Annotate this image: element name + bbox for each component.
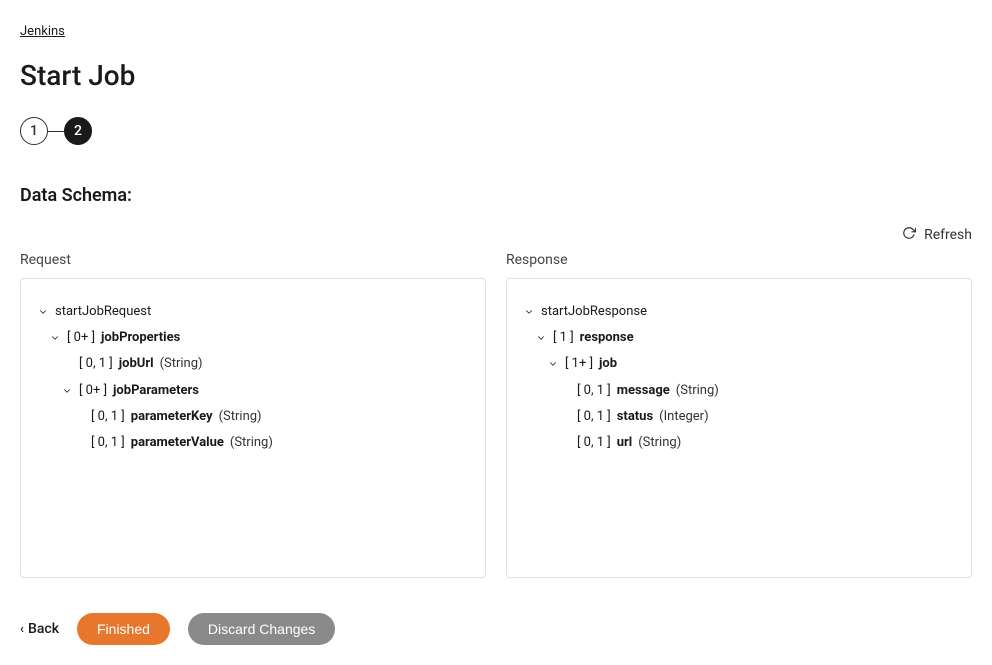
node-name: job	[599, 355, 617, 373]
node-cardinality: [ 1 ]	[553, 329, 574, 347]
node-name: parameterValue	[131, 434, 224, 452]
step-connector	[48, 131, 64, 132]
node-name: url	[617, 434, 632, 452]
node-name: status	[617, 408, 653, 426]
chevron-down-icon	[49, 332, 61, 344]
tree-node-root[interactable]: startJobResponse	[523, 299, 955, 325]
node-name: parameterKey	[131, 408, 213, 426]
step-2[interactable]: 2	[64, 117, 92, 145]
request-schema-box: startJobRequest [ 0+ ] jobProperties [ 0…	[20, 278, 486, 578]
node-type: (String)	[638, 434, 681, 452]
node-name: jobParameters	[113, 382, 199, 400]
request-label: Request	[20, 252, 486, 268]
refresh-button[interactable]: Refresh	[902, 226, 972, 244]
response-label: Response	[506, 252, 972, 268]
refresh-label: Refresh	[924, 227, 972, 243]
tree-node-joburl[interactable]: [ 0, 1 ] jobUrl (String)	[61, 351, 469, 377]
node-cardinality: [ 0, 1 ]	[79, 355, 113, 373]
node-cardinality: [ 0, 1 ]	[91, 408, 125, 426]
tree-node-response[interactable]: [ 1 ] response	[535, 325, 955, 351]
page-title: Start Job	[20, 59, 972, 92]
tree-node-jobparameters[interactable]: [ 0+ ] jobParameters	[61, 378, 469, 404]
node-type: (String)	[160, 355, 203, 373]
stepper: 1 2	[20, 117, 972, 145]
chevron-down-icon	[523, 306, 535, 318]
tree-node-jobproperties[interactable]: [ 0+ ] jobProperties	[49, 325, 469, 351]
node-type: (String)	[219, 408, 262, 426]
discard-changes-button[interactable]: Discard Changes	[188, 613, 335, 645]
chevron-down-icon	[61, 385, 73, 397]
response-schema-box: startJobResponse [ 1 ] response [ 1+ ]	[506, 278, 972, 578]
back-button[interactable]: ‹ Back	[20, 621, 59, 637]
node-cardinality: [ 1+ ]	[565, 355, 593, 373]
tree-node-parameterkey[interactable]: [ 0, 1 ] parameterKey (String)	[73, 404, 469, 430]
tree-node-root[interactable]: startJobRequest	[37, 299, 469, 325]
chevron-left-icon: ‹	[20, 622, 24, 637]
node-name: response	[580, 329, 634, 347]
node-cardinality: [ 0, 1 ]	[91, 434, 125, 452]
node-cardinality: [ 0, 1 ]	[577, 434, 611, 452]
chevron-down-icon	[37, 306, 49, 318]
node-cardinality: [ 0, 1 ]	[577, 408, 611, 426]
node-cardinality: [ 0+ ]	[67, 329, 95, 347]
node-name: message	[617, 382, 670, 400]
request-column: Request startJobRequest [ 0+ ] jobProper…	[20, 252, 486, 578]
node-cardinality: [ 0, 1 ]	[577, 382, 611, 400]
tree-node-url[interactable]: [ 0, 1 ] url (String)	[559, 430, 955, 456]
node-name: jobProperties	[101, 329, 180, 347]
node-type: (Integer)	[659, 408, 708, 426]
node-name: jobUrl	[119, 355, 154, 373]
back-label: Back	[28, 621, 59, 637]
tree-node-message[interactable]: [ 0, 1 ] message (String)	[559, 378, 955, 404]
node-name: startJobResponse	[541, 303, 647, 321]
chevron-down-icon	[535, 332, 547, 344]
node-type: (String)	[230, 434, 273, 452]
node-type: (String)	[676, 382, 719, 400]
tree-node-parametervalue[interactable]: [ 0, 1 ] parameterValue (String)	[73, 430, 469, 456]
tree-node-job[interactable]: [ 1+ ] job	[547, 351, 955, 377]
chevron-down-icon	[547, 358, 559, 370]
footer-actions: ‹ Back Finished Discard Changes	[20, 613, 972, 645]
response-column: Response startJobResponse [ 1 ] response	[506, 252, 972, 578]
node-cardinality: [ 0+ ]	[79, 382, 107, 400]
breadcrumb-jenkins[interactable]: Jenkins	[20, 24, 65, 39]
refresh-icon	[902, 226, 916, 244]
tree-node-status[interactable]: [ 0, 1 ] status (Integer)	[559, 404, 955, 430]
step-1[interactable]: 1	[20, 117, 48, 145]
finished-button[interactable]: Finished	[77, 613, 170, 645]
node-name: startJobRequest	[55, 303, 151, 321]
section-title: Data Schema:	[20, 185, 972, 206]
